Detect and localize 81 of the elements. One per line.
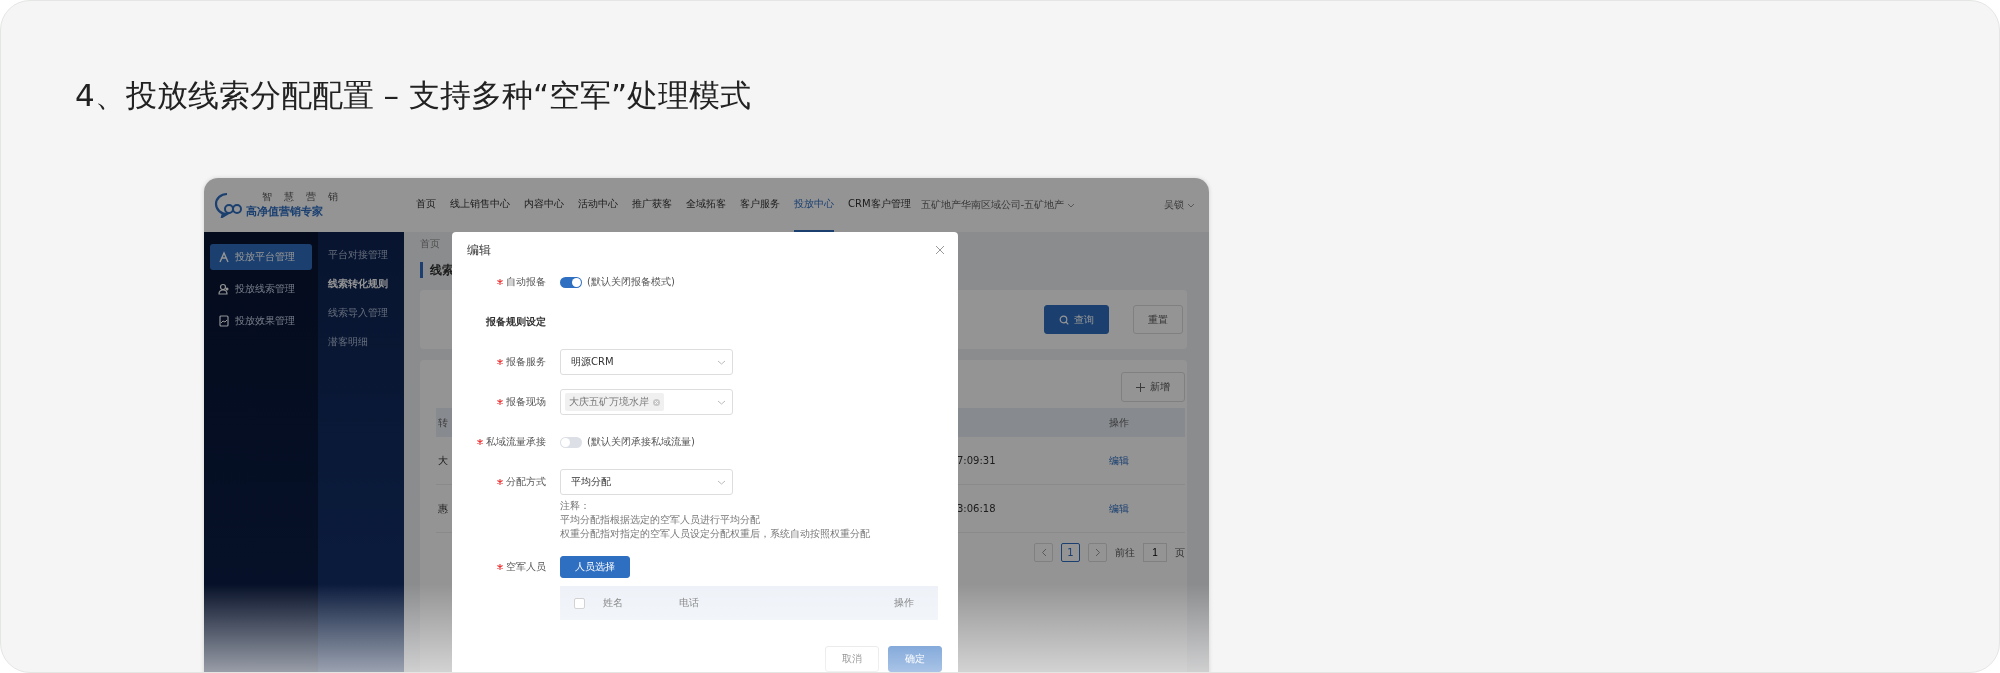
toggle-switch[interactable] — [560, 276, 582, 288]
hint-text: (默认关闭承接私域流量) — [587, 435, 695, 449]
sidebar-item[interactable]: 投放线索管理 — [210, 276, 312, 302]
nav-tab[interactable]: 内容中心 — [524, 178, 564, 232]
next-page-button[interactable] — [1088, 543, 1107, 562]
remove-icon — [653, 398, 660, 406]
logo-tagline: 销 — [328, 191, 338, 202]
select-field[interactable]: 平均分配 — [560, 469, 733, 495]
note-text: 权重分配指对指定的空军人员设定分配权重后，系统自动按照权重分配 — [560, 527, 871, 541]
chevron-left-icon — [1040, 548, 1047, 557]
multi-select-field[interactable]: 大庆五矿万境水岸 — [560, 389, 733, 415]
field-label: 分配方式 — [506, 475, 546, 489]
logo-tagline: 营 — [306, 191, 316, 202]
select-field[interactable]: 明源CRM — [560, 349, 733, 375]
column-header: 操作 — [1108, 415, 1129, 430]
table-cell-text: 3:06:18 — [956, 503, 996, 514]
slide-title: 4、投放线索分配配置 – 支持多种“空军”处理模式 — [74, 76, 753, 115]
tag-chip: 大庆五矿万境水岸 — [565, 393, 664, 411]
search-icon — [1059, 314, 1069, 325]
table-cell-text: 大 — [437, 453, 448, 468]
field-label: 报备服务 — [506, 355, 546, 369]
logo-tagline: 慧 — [284, 191, 294, 202]
field-label: 自动报备 — [506, 275, 546, 289]
edit-link[interactable]: 编辑 — [1107, 501, 1129, 516]
column-header: 电话 — [679, 596, 700, 610]
column-header: 操作 — [894, 596, 914, 610]
submenu-item[interactable]: 线索导入管理 — [318, 298, 404, 327]
nav-tab[interactable]: 推广获客 — [632, 178, 672, 232]
checkbox[interactable] — [574, 597, 585, 609]
column-header: 姓名 — [603, 596, 624, 610]
caret-icon — [1187, 202, 1195, 208]
select-staff-button[interactable]: 人员选择 — [560, 556, 630, 578]
note-text: 平均分配指根据选定的空军人员进行平均分配 — [560, 513, 761, 527]
table-cell-text: 7:09:31 — [956, 455, 996, 466]
field-label: 空军人员 — [506, 560, 546, 574]
nav-tab[interactable]: 全域拓客 — [686, 178, 726, 232]
chevron-down-icon — [717, 479, 726, 485]
note-text: 注释： — [560, 499, 591, 513]
caret-icon — [1067, 202, 1076, 208]
sidebar-item[interactable]: 投放效果管理 — [210, 308, 312, 334]
triangle-icon — [218, 251, 230, 263]
page-suffix: 页 — [1175, 545, 1185, 560]
nav-tab[interactable]: 客户服务 — [740, 178, 780, 232]
sidebar-item[interactable]: 投放平台管理 — [210, 244, 312, 270]
close-button[interactable] — [936, 246, 944, 254]
section-title: 报备规则设定 — [485, 315, 547, 329]
people-icon — [218, 283, 230, 295]
logo-name: 高净值营销专家 — [246, 204, 324, 219]
chevron-down-icon — [717, 399, 726, 405]
table-cell-text: 惠 — [437, 501, 448, 516]
submenu-item[interactable]: 潜客明细 — [318, 327, 404, 356]
cancel-button[interactable]: 取消 — [825, 646, 879, 672]
goto-label: 前往 — [1115, 545, 1135, 560]
chevron-right-icon — [1094, 548, 1101, 557]
dialog-title: 编辑 — [467, 241, 491, 259]
hint-text: (默认关闭报备模式) — [587, 275, 675, 289]
document-icon — [218, 315, 230, 327]
submenu-item[interactable]: 线索转化规则 — [318, 269, 404, 298]
nav-tab[interactable]: 首页 — [416, 178, 436, 232]
chat-bubbles-icon — [214, 192, 242, 218]
add-button[interactable]: 新增 — [1121, 372, 1185, 402]
close-icon — [936, 246, 944, 254]
nav-tab[interactable]: 线上销售中心 — [450, 178, 510, 232]
user-menu[interactable]: 吴锁 — [1164, 198, 1195, 212]
org-selector[interactable]: 五矿地产华南区域公司-五矿地产 — [920, 198, 1076, 212]
nav-tab[interactable]: 活动中心 — [578, 178, 618, 232]
search-button[interactable]: 查询 — [1044, 305, 1109, 334]
chevron-down-icon — [717, 359, 726, 365]
nav-tab[interactable]: CRM客户管理 — [848, 178, 911, 232]
submenu-item[interactable]: 平台对接管理 — [318, 240, 404, 269]
field-label: 报备现场 — [506, 395, 546, 409]
previous-page-button[interactable] — [1034, 543, 1053, 562]
toggle-switch[interactable] — [560, 436, 582, 448]
field-label: 私域流量承接 — [486, 435, 546, 449]
page-button[interactable]: 1 — [1061, 543, 1080, 562]
column-header: 转 — [437, 415, 448, 430]
plus-icon — [1136, 382, 1145, 392]
logo-tagline: 智 — [262, 191, 272, 202]
reset-button[interactable]: 重置 — [1133, 305, 1183, 334]
edit-link[interactable]: 编辑 — [1107, 453, 1129, 468]
page-input[interactable]: 1 — [1143, 543, 1167, 562]
